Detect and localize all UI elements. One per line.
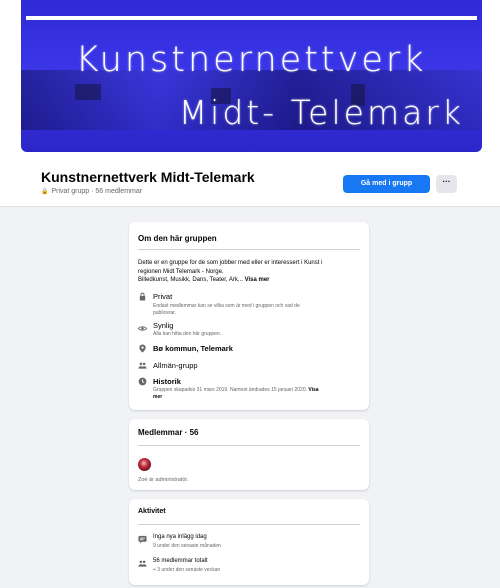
more-options-button[interactable]: ··· [436, 175, 457, 193]
group-meta-text: Privat grupp · 56 medlemmar [51, 188, 143, 195]
join-group-button[interactable]: Gå med i grupp [343, 175, 430, 193]
cover-photo[interactable]: Kunstnernettverk Midt- Telemark [21, 0, 482, 152]
privacy-description: Endast medlemmar kan se vilka som är med… [153, 303, 361, 317]
history-text: Gruppen skapades 31 mars 2019. Namnet än… [153, 387, 361, 394]
about-row-group-type: Allmän-grupp [138, 361, 361, 373]
cover-title-line1: Kunstnernettverk [75, 40, 427, 80]
about-row-privacy: Privat Endast medlemmar kan se vilka som… [138, 292, 361, 316]
about-description: Dette er en gruppe for de som jobber med… [138, 259, 360, 285]
activity-row-posts: Inga nya inlägg idag 9 under den senaste… [138, 534, 361, 552]
privacy-text: publicerar. [153, 309, 177, 316]
visibility-description: Alla kan hitta den här gruppen. [153, 331, 222, 337]
history-description: Gruppen skapades 31 mars 2019. Namnet än… [153, 387, 361, 401]
group-meta: 🔒 Privat grupp · 56 medlemmar [41, 188, 142, 195]
history-see-more-link[interactable]: Visa [308, 387, 318, 393]
clock-icon [138, 377, 147, 386]
privacy-text: Endast medlemmar kan se vilka som är med… [153, 303, 300, 309]
description-line: Billedkunst, Musikk, Dans, Teater, Ark..… [138, 276, 360, 285]
group-icon [138, 361, 147, 370]
members-total-sub: + 3 under den senaste veckan [153, 567, 221, 573]
history-title: Historik [153, 377, 181, 386]
cover-title-line2: Midt- Telemark [178, 93, 464, 132]
group-header: Kunstnernettverk Midt- Telemark Kunstner… [0, 0, 500, 207]
cover-artwork-1 [75, 84, 101, 100]
eye-icon [137, 324, 148, 333]
group-name[interactable]: Kunstnernettverk Midt-Telemark [41, 169, 255, 185]
see-more-link[interactable]: Visa mer [245, 277, 270, 283]
about-card: Om den här gruppen Dette er en gruppe fo… [129, 222, 369, 410]
activity-title: Aktivitet [138, 508, 166, 515]
members-title[interactable]: Medlemmar · 56 [138, 428, 198, 437]
divider [138, 249, 360, 250]
about-row-history: Historik Gruppen skapades 31 mars 2019. … [138, 377, 361, 405]
cover-top-line [26, 16, 477, 20]
members-total-title: 56 medlemmar totalt [153, 558, 208, 564]
location-title: Bø kommun, Telemark [153, 344, 233, 353]
members-card: Medlemmar · 56 Zoé är administratör. [129, 419, 369, 490]
history-line: Gruppen skapades 31 mars 2019. Namnet än… [153, 387, 307, 393]
posts-title: Inga nya inlägg idag [153, 534, 207, 540]
members-title-text: Medlemmar · 56 [138, 428, 199, 437]
activity-row-members: 56 medlemmar totalt + 3 under den senast… [138, 558, 361, 576]
divider [138, 524, 360, 525]
group-type-title: Allmän-grupp [153, 361, 198, 370]
activity-card: Aktivitet Inga nya inlägg idag 9 under d… [129, 499, 369, 585]
lock-icon: 🔒 [41, 189, 49, 195]
visibility-title: Synlig [153, 321, 174, 330]
chat-icon [138, 535, 147, 544]
location-icon [138, 344, 147, 353]
admin-text: Zoé är administratör. [138, 477, 189, 483]
description-line: regionen Midt Telemark - Norge. [138, 268, 224, 275]
privacy-title: Privat [153, 292, 173, 301]
history-see-more-link-cont[interactable]: mer [153, 394, 162, 400]
history-text: mer [153, 394, 361, 401]
posts-sub: 9 under den senaste månaden [153, 543, 221, 549]
description-text: Billedkunst, Musikk, Dans, Teater, Ark..… [138, 277, 243, 283]
description-line: Dette er en gruppe for de som jobber med… [138, 260, 323, 266]
about-title: Om den här gruppen [138, 234, 217, 243]
about-row-visibility: Synlig Alla kan hitta den här gruppen. [137, 321, 361, 339]
people-icon [138, 559, 147, 568]
lock-icon [138, 292, 147, 301]
avatar[interactable] [138, 458, 151, 471]
about-row-location: Bø kommun, Telemark [138, 344, 361, 356]
divider [138, 445, 360, 446]
